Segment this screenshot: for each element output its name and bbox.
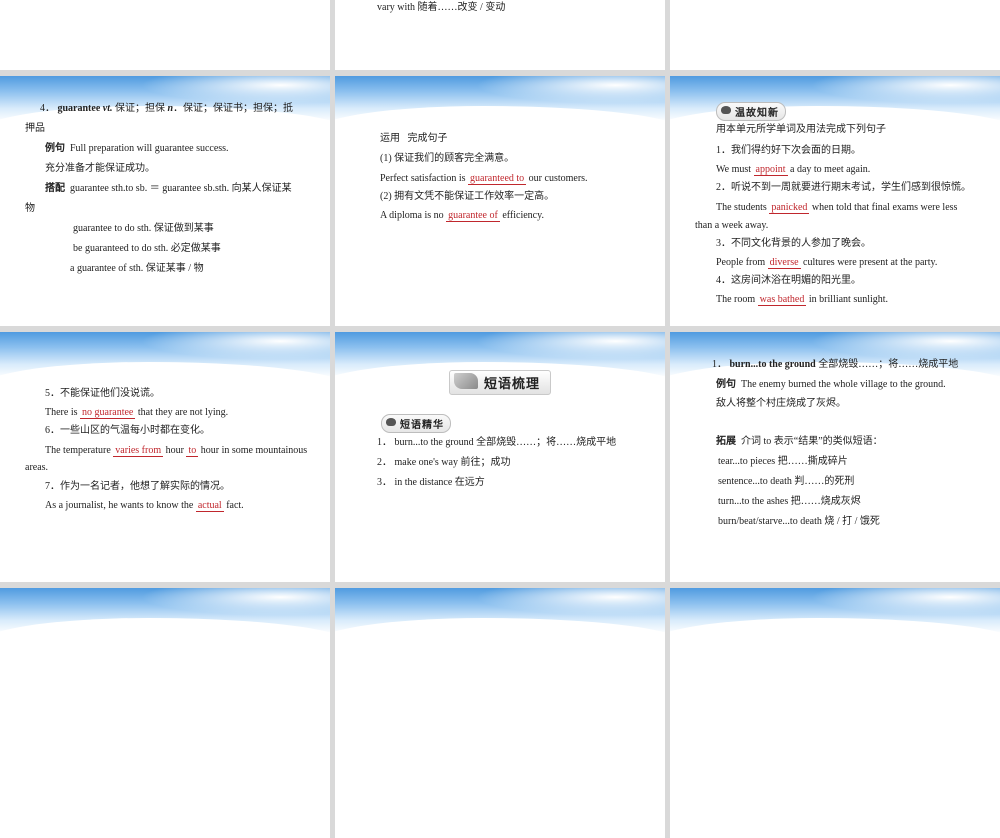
- example-translation: 充分准备才能保证成功。: [45, 163, 155, 174]
- phrase-item-3: 3． in the distance 在远方: [377, 477, 485, 488]
- slide-bottom-left: [0, 588, 330, 838]
- extension-3: turn...to the ashes 把……烧成灰烬: [718, 496, 861, 507]
- answer-blank: guarantee of: [446, 210, 500, 222]
- sky-header: [670, 332, 1000, 390]
- word-entry: 4． guarantee vt. 保证；担保 n．保证；保证书；担保；抵: [40, 103, 294, 114]
- collocation-3: a guarantee of sth. 保证某事 / 物: [70, 263, 204, 274]
- phrase-entry: 1． burn...to the ground 全部烧毁……；将……烧成平地: [712, 359, 959, 370]
- review-a3: People from diverse cultures were presen…: [716, 257, 938, 269]
- slide-exercises: 5．不能保证他们没说谎。 There is no guarantee that …: [0, 332, 330, 582]
- sky-header: [670, 588, 1000, 646]
- usage-q1: (1) 保证我们的顾客完全满意。: [380, 153, 515, 164]
- answer-blank: appoint: [753, 164, 788, 176]
- review-tag: 温故知新: [716, 102, 786, 121]
- exercise-a6-cont: areas.: [25, 462, 49, 473]
- answer-blank: was bathed: [757, 294, 807, 306]
- collocation-2: be guaranteed to do sth. 必定做某事: [73, 243, 221, 254]
- extension-1: tear...to pieces 把……撕成碎片: [718, 456, 848, 467]
- example-line: 例句 Full preparation will guarantee succe…: [45, 143, 229, 154]
- slide-phrases: 短语梳理 短语精华 1． burn...to the ground 全部烧毁………: [335, 332, 665, 582]
- review-q1: 1．我们得约好下次会面的日期。: [716, 145, 861, 156]
- slide-bottom-middle: [335, 588, 665, 838]
- answer-blank: to: [186, 445, 199, 457]
- phrase-item-2: 2． make one's way 前往；成功: [377, 457, 511, 468]
- phrases-tag: 短语精华: [381, 414, 451, 433]
- exercise-a5: There is no guarantee that they are not …: [45, 407, 229, 419]
- exercise-q6: 6．一些山区的气温每小时都在变化。: [45, 425, 210, 436]
- phrase-extension: 拓展 介词 to 表示“结果”的类似短语：: [716, 436, 883, 447]
- answer-blank: actual: [195, 500, 224, 512]
- sky-header: [0, 76, 330, 134]
- phrase-item-1: 1． burn...to the ground 全部烧毁……；将……烧成平地: [377, 437, 617, 448]
- slide-review: 温故知新 用本单元所学单词及用法完成下列句子 1．我们得约好下次会面的日期。 W…: [670, 76, 1000, 326]
- answer-blank: guaranteed to: [468, 173, 527, 185]
- exercise-a7: As a journalist, he wants to know the ac…: [45, 500, 244, 512]
- slide-top-right: [670, 0, 1000, 70]
- review-a2-cont: than a week away.: [695, 220, 769, 231]
- extension-4: burn/beat/starve...to death 烧 / 打 / 饿死: [718, 516, 880, 527]
- extension-2: sentence...to death 判……的死刑: [718, 476, 855, 487]
- slide-top-left: [0, 0, 330, 70]
- answer-blank: panicked: [769, 202, 810, 214]
- slide-top-middle: vary with 随着……改变 / 变动: [335, 0, 665, 70]
- collocation-1: guarantee to do sth. 保证做到某事: [73, 223, 214, 234]
- answer-blank: varies from: [113, 445, 164, 457]
- review-a2: The students panicked when told that fin…: [716, 202, 958, 214]
- exercise-a6: The temperature varies from hour to hour…: [45, 445, 308, 457]
- review-q3: 3．不同文化背景的人参加了晚会。: [716, 238, 871, 249]
- review-instruction: 用本单元所学单词及用法完成下列句子: [716, 124, 886, 135]
- sky-header: [0, 332, 330, 390]
- slide-usage: 运用 完成句子 (1) 保证我们的顾客完全满意。 Perfect satisfa…: [335, 76, 665, 326]
- answer-blank: no guarantee: [80, 407, 136, 419]
- phrase-example-translation: 敌人将整个村庄烧成了灰烬。: [716, 398, 846, 409]
- word-entry-cont: 押品: [25, 123, 45, 134]
- review-a4: The room was bathed in brilliant sunligh…: [716, 294, 889, 306]
- review-a1: We must appoint a day to meet again.: [716, 164, 871, 176]
- review-q2: 2．听说不到一周就要进行期末考试，学生们感到很惊慌。: [716, 182, 971, 193]
- collocation-line: 搭配 guarantee sth.to sb. ＝ guarantee sb.s…: [45, 183, 292, 194]
- slide-bottom-right: [670, 588, 1000, 838]
- review-q4: 4．这房间沐浴在明媚的阳光里。: [716, 275, 861, 286]
- exercise-q5: 5．不能保证他们没说谎。: [45, 388, 160, 399]
- sky-header: [0, 588, 330, 646]
- phrase-example: 例句 The enemy burned the whole village to…: [716, 379, 946, 390]
- phrases-banner: 短语梳理: [449, 370, 552, 395]
- usage-q2: (2) 拥有文凭不能保证工作效率一定高。: [380, 191, 555, 202]
- book-icon: [454, 373, 478, 389]
- usage-a1: Perfect satisfaction is guaranteed to ou…: [380, 173, 588, 185]
- slide-guarantee: 4． guarantee vt. 保证；担保 n．保证；保证书；担保；抵 押品 …: [0, 76, 330, 326]
- slide-burn: 1． burn...to the ground 全部烧毁……；将……烧成平地 例…: [670, 332, 1000, 582]
- sky-header: [335, 588, 665, 646]
- phrase-vary-with: vary with 随着……改变 / 变动: [377, 2, 506, 13]
- exercise-q7: 7．作为一名记者，他想了解实际的情况。: [45, 481, 230, 492]
- answer-blank: diverse: [767, 257, 801, 269]
- usage-a2: A diploma is no guarantee of efficiency.: [380, 210, 544, 222]
- collocation-cont: 物: [25, 203, 35, 214]
- sky-header: [335, 76, 665, 134]
- usage-title: 运用 完成句子: [380, 133, 448, 144]
